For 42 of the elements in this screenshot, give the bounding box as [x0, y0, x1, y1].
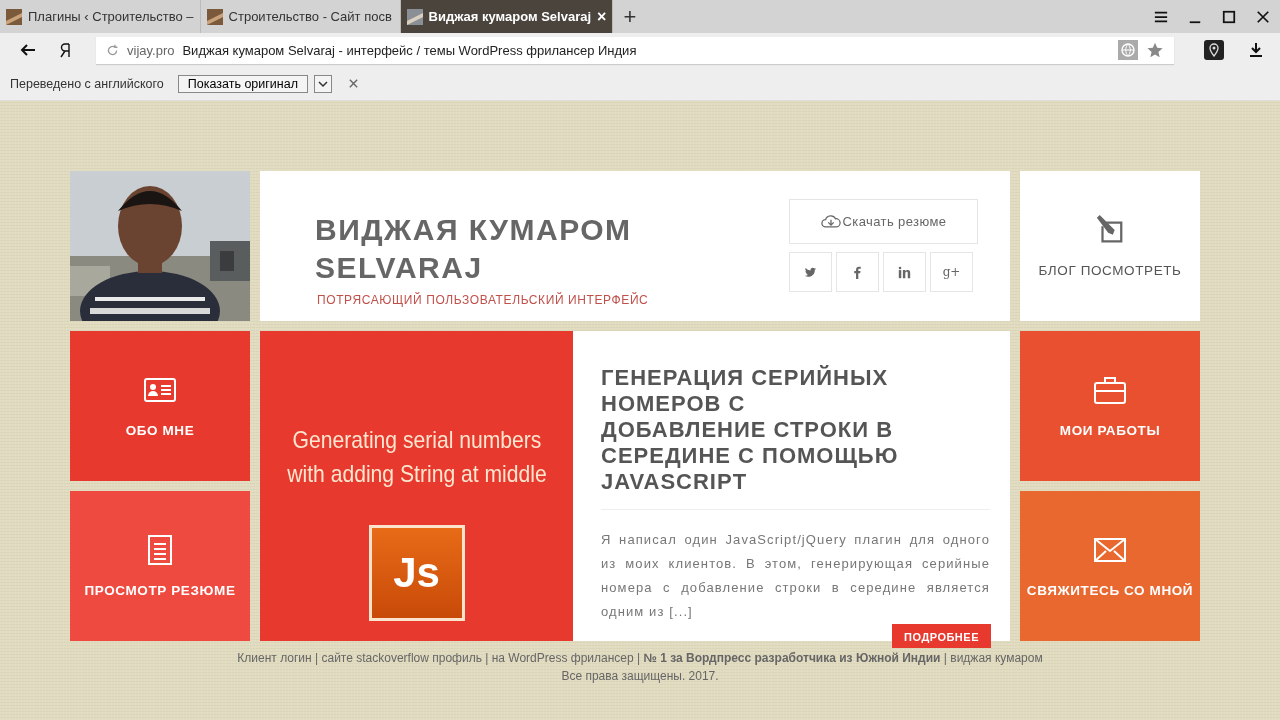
download-icon[interactable]: [1248, 42, 1264, 58]
blog-tile[interactable]: БЛОГ ПОСМОТРЕТЬ: [1020, 171, 1200, 321]
linkedin-icon: [898, 265, 911, 279]
post-excerpt: Я написал один JavaScript/jQuery плагин для одного из моих клиентов. В этом, генерирующая серийные номера с добавление строки в середине является одним из [...]: [601, 531, 990, 621]
reload-icon: [106, 43, 119, 57]
cloud-download-icon: [820, 214, 841, 229]
footer-links[interactable]: Клиент логин | сайте stackoverflow профиль | на WordPress фрилансер | № 1 за Вордпресс разработчика из Южной Индии | виджая кумаром: [237, 651, 1043, 665]
star-icon[interactable]: [1146, 41, 1164, 59]
favicon-icon: [206, 8, 223, 25]
js-logo: Js: [368, 525, 465, 621]
download-resume-button[interactable]: Скачать резюме: [789, 199, 978, 244]
linkedin-button[interactable]: [883, 252, 926, 292]
copyright: Все права защищены. 2017.: [561, 669, 719, 683]
post-title[interactable]: ГЕНЕРАЦИЯ СЕРИЙНЫХ НОМЕРОВ С ДОБАВЛЕНИЕ СТРОКИ В СЕРЕДИНЕ С ПОМОЩЬЮ JAVASCRIPT: [601, 365, 911, 495]
browser-tab[interactable]: Виджая кумаром Selvaraj ×: [400, 0, 614, 33]
dropdown-icon[interactable]: [313, 74, 332, 93]
back-icon[interactable]: [20, 42, 36, 58]
pin-icon[interactable]: [1204, 40, 1224, 60]
twitter-icon: [804, 265, 817, 279]
tagline: ПОТРЯСАЮЩИЙ ПОЛЬЗОВАТЕЛЬСКИЙ ИНТЕРФЕЙС: [317, 293, 650, 307]
favicon-icon: [6, 8, 22, 25]
new-tab-icon[interactable]: +: [613, 3, 647, 30]
facebook-button[interactable]: [836, 252, 879, 292]
show-original-button[interactable]: Показать оригинал: [177, 74, 308, 93]
address-field[interactable]: vijay.pro Виджая кумаром Selvaraj - интерфейс / темы WordPress фрилансер Индия: [96, 36, 1174, 64]
twitter-button[interactable]: [789, 252, 832, 292]
google-plus-button[interactable]: g+: [930, 252, 973, 292]
works-tile[interactable]: МОИ РАБОТЫ: [1020, 331, 1200, 481]
briefcase-icon: [1094, 374, 1126, 405]
about-tile[interactable]: ОБО МНЕ: [70, 331, 250, 481]
post-banner[interactable]: Generating serial numbers with adding String at middle Js: [260, 331, 573, 641]
facebook-icon: [851, 265, 864, 279]
resume-tile[interactable]: ПРОСМОТР РЕЗЮМЕ: [70, 491, 250, 641]
menu-icon[interactable]: [1154, 9, 1168, 24]
banner-text: Generating serial numbers with adding String at middle: [285, 425, 548, 489]
maximize-icon[interactable]: [1222, 9, 1236, 24]
site-title: ВИДЖАЯ КУМАРОМ SELVARAJ: [315, 212, 633, 286]
read-more-button[interactable]: ПОДРОБНЕЕ: [892, 624, 991, 648]
close-icon[interactable]: [1256, 9, 1270, 24]
close-icon[interactable]: ×: [597, 8, 607, 25]
favicon-icon: [406, 8, 423, 25]
translation-message: Переведено с английского: [10, 76, 164, 91]
